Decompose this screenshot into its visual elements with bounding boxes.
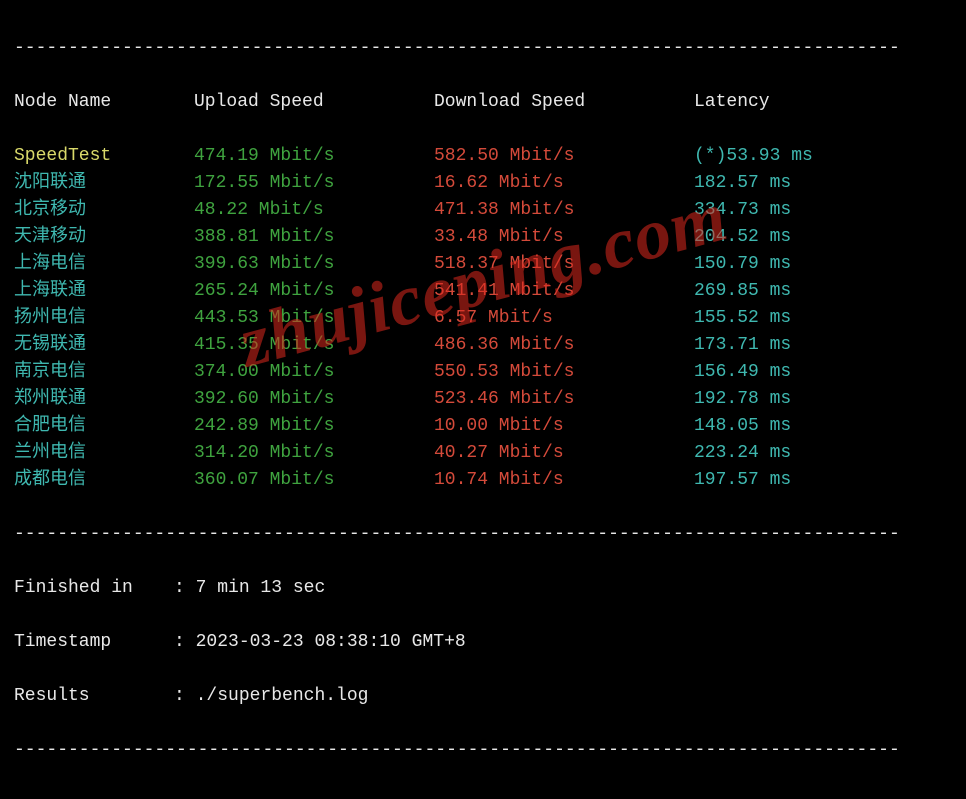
node-name: 扬州电信 [14,305,194,332]
table-row: 合肥电信242.89 Mbit/s10.00 Mbit/s148.05 ms [14,413,952,440]
download-speed: 33.48 Mbit/s [434,224,694,251]
terminal-output: ----------------------------------------… [0,0,966,799]
table-row: 兰州电信314.20 Mbit/s40.27 Mbit/s223.24 ms [14,440,952,467]
header-node: Node Name [14,89,194,116]
download-speed: 10.74 Mbit/s [434,467,694,494]
node-name: 沈阳联通 [14,170,194,197]
table-row: 上海联通265.24 Mbit/s541.41 Mbit/s269.85 ms [14,278,952,305]
latency: 197.57 ms [694,467,894,494]
table-row: 郑州联通392.60 Mbit/s523.46 Mbit/s192.78 ms [14,386,952,413]
download-speed: 541.41 Mbit/s [434,278,694,305]
results-label: Results [14,683,174,710]
download-speed: 486.36 Mbit/s [434,332,694,359]
upload-speed: 242.89 Mbit/s [194,413,434,440]
header-download: Download Speed [434,89,694,116]
node-name: 上海联通 [14,278,194,305]
table-row: 天津移动388.81 Mbit/s33.48 Mbit/s204.52 ms [14,224,952,251]
node-name: 合肥电信 [14,413,194,440]
footer-finished: Finished in: 7 min 13 sec [14,575,952,602]
divider-top: ----------------------------------------… [14,35,952,62]
timestamp-value: 2023-03-23 08:38:10 GMT+8 [196,632,466,652]
upload-speed: 314.20 Mbit/s [194,440,434,467]
download-speed: 518.37 Mbit/s [434,251,694,278]
finished-label: Finished in [14,575,174,602]
upload-speed: 392.60 Mbit/s [194,386,434,413]
divider-mid: ----------------------------------------… [14,521,952,548]
latency: 182.57 ms [694,170,894,197]
results-value: ./superbench.log [196,686,369,706]
footer-results: Results: ./superbench.log [14,683,952,710]
divider-bottom: ----------------------------------------… [14,737,952,764]
latency: 156.49 ms [694,359,894,386]
separator: : [174,686,185,706]
node-name: 上海电信 [14,251,194,278]
node-name: 天津移动 [14,224,194,251]
latency: 155.52 ms [694,305,894,332]
separator: : [174,632,185,652]
upload-speed: 374.00 Mbit/s [194,359,434,386]
download-speed: 40.27 Mbit/s [434,440,694,467]
latency: 204.52 ms [694,224,894,251]
table-row: 沈阳联通172.55 Mbit/s16.62 Mbit/s182.57 ms [14,170,952,197]
table-row: 扬州电信443.53 Mbit/s6.57 Mbit/s155.52 ms [14,305,952,332]
node-name: 成都电信 [14,467,194,494]
header-latency: Latency [694,89,894,116]
table-row: 上海电信399.63 Mbit/s518.37 Mbit/s150.79 ms [14,251,952,278]
upload-speed: 388.81 Mbit/s [194,224,434,251]
node-name: SpeedTest [14,143,194,170]
download-speed: 10.00 Mbit/s [434,413,694,440]
separator: : [174,578,185,598]
latency: 148.05 ms [694,413,894,440]
header-upload: Upload Speed [194,89,434,116]
table-row: 北京移动48.22 Mbit/s471.38 Mbit/s334.73 ms [14,197,952,224]
table-header-row: Node NameUpload SpeedDownload SpeedLaten… [14,89,952,116]
upload-speed: 360.07 Mbit/s [194,467,434,494]
table-row: 南京电信374.00 Mbit/s550.53 Mbit/s156.49 ms [14,359,952,386]
download-speed: 6.57 Mbit/s [434,305,694,332]
latency: 150.79 ms [694,251,894,278]
download-speed: 471.38 Mbit/s [434,197,694,224]
table-row: 无锡联通415.35 Mbit/s486.36 Mbit/s173.71 ms [14,332,952,359]
finished-value: 7 min 13 sec [196,578,326,598]
download-speed: 523.46 Mbit/s [434,386,694,413]
node-name: 南京电信 [14,359,194,386]
node-name: 兰州电信 [14,440,194,467]
upload-speed: 172.55 Mbit/s [194,170,434,197]
node-name: 无锡联通 [14,332,194,359]
latency: 173.71 ms [694,332,894,359]
upload-speed: 415.35 Mbit/s [194,332,434,359]
latency: 269.85 ms [694,278,894,305]
node-name: 郑州联通 [14,386,194,413]
latency: (*)53.93 ms [694,143,894,170]
upload-speed: 265.24 Mbit/s [194,278,434,305]
footer-timestamp: Timestamp: 2023-03-23 08:38:10 GMT+8 [14,629,952,656]
download-speed: 582.50 Mbit/s [434,143,694,170]
download-speed: 550.53 Mbit/s [434,359,694,386]
latency: 223.24 ms [694,440,894,467]
node-name: 北京移动 [14,197,194,224]
timestamp-label: Timestamp [14,629,174,656]
upload-speed: 399.63 Mbit/s [194,251,434,278]
upload-speed: 443.53 Mbit/s [194,305,434,332]
latency: 334.73 ms [694,197,894,224]
table-row: 成都电信360.07 Mbit/s10.74 Mbit/s197.57 ms [14,467,952,494]
upload-speed: 474.19 Mbit/s [194,143,434,170]
upload-speed: 48.22 Mbit/s [194,197,434,224]
download-speed: 16.62 Mbit/s [434,170,694,197]
latency: 192.78 ms [694,386,894,413]
table-row: SpeedTest474.19 Mbit/s582.50 Mbit/s(*)53… [14,143,952,170]
